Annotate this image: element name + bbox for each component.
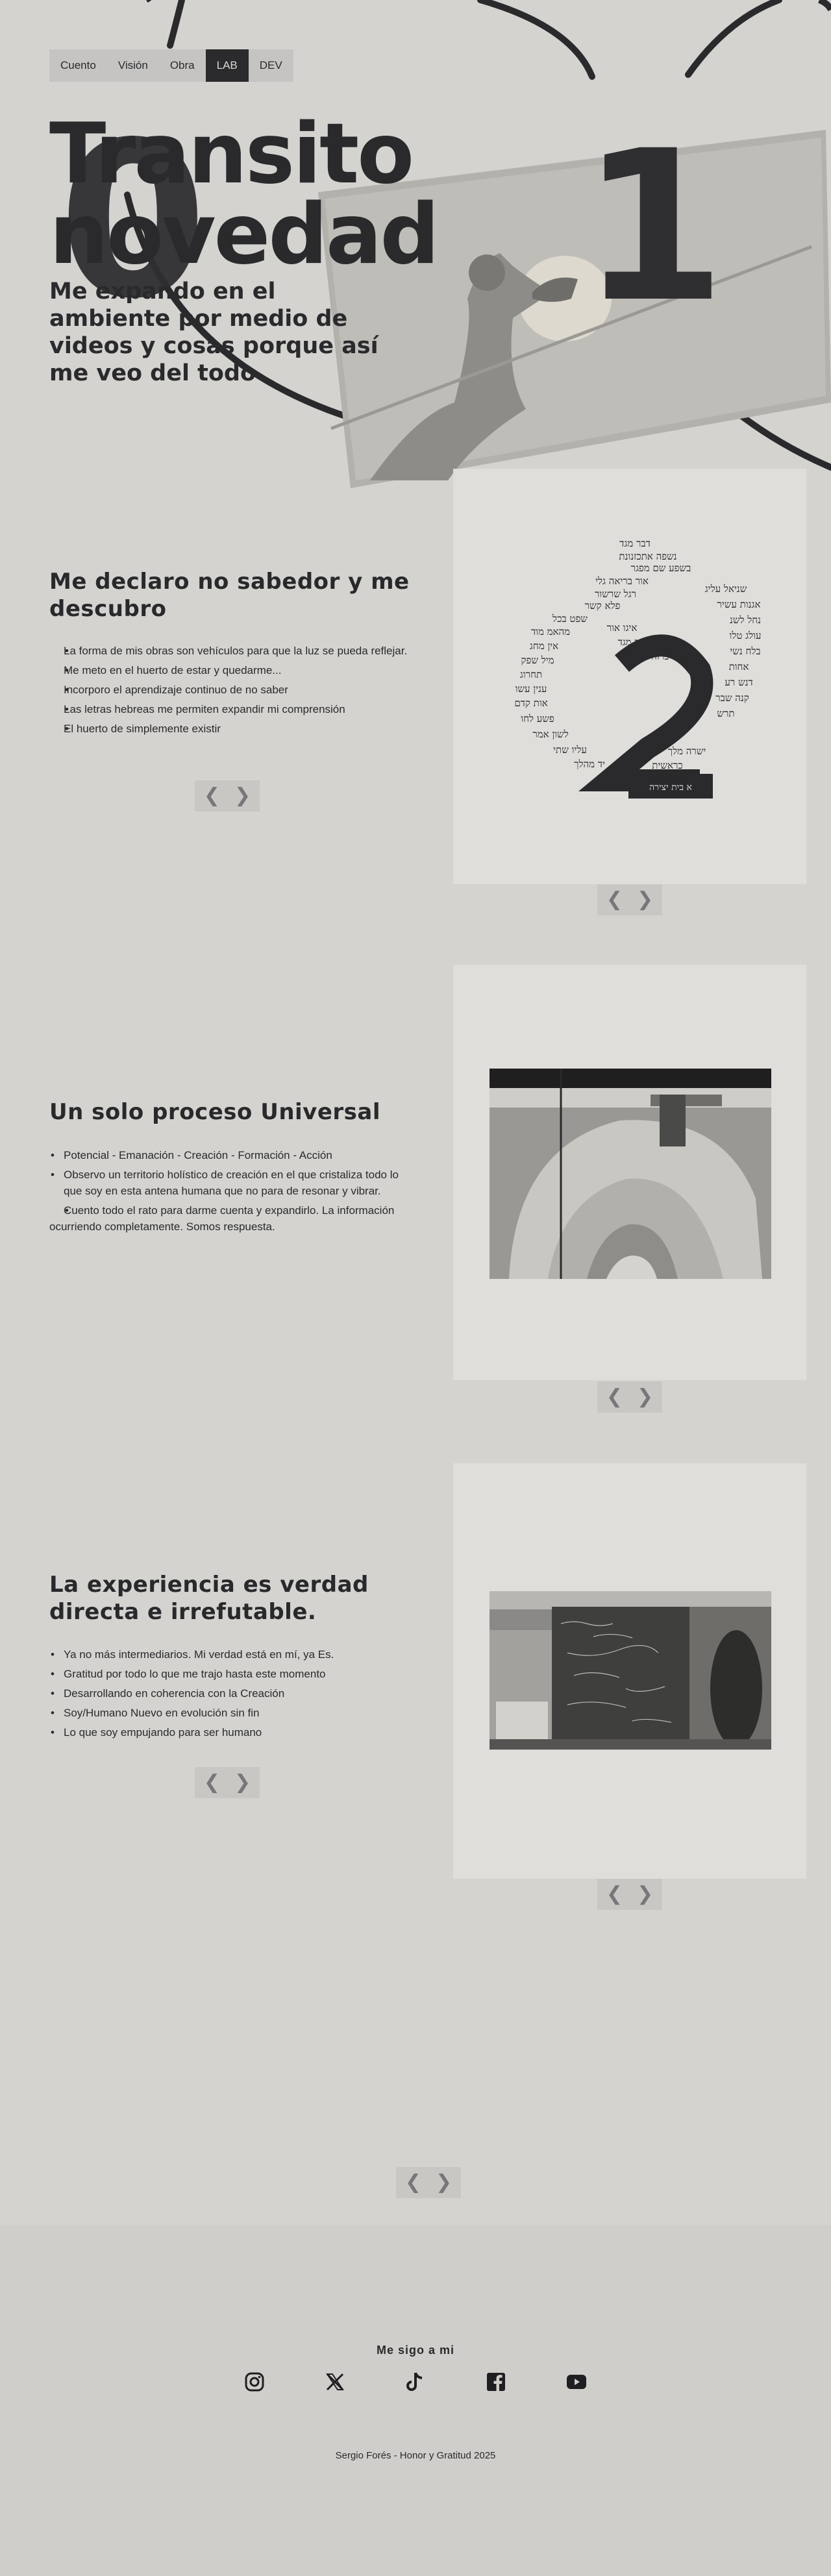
svg-text:פשע לחו: פשע לחו [521,713,554,724]
section3-image-pager: ❮ ❯ [597,1879,662,1910]
section2-title: Un solo proceso Universal [49,1099,380,1125]
hero-title-line1: Transito [49,106,414,203]
list-item: El huerto de simplemente existir [49,721,413,737]
follow-heading: Me sigo a mi [376,2344,455,2357]
svg-text:אור בריאה גלי: אור בריאה גלי [595,575,649,587]
svg-text:נשפה אתכזנונת: נשפה אתכזנונת [619,551,676,562]
section1-title: Me declaro no sabedor y me descubro [49,569,410,622]
svg-text:שניאל עליג: שניאל עליג [705,583,747,595]
copyright: Sergio Forés - Honor y Gratitud 2025 [335,2450,496,2461]
list-item: Potencial - Emanación - Creación - Forma… [49,1147,413,1163]
studio-blackboard-photo [490,1591,771,1750]
list-item: Incorporo el aprendizaje continuo de no … [49,682,413,698]
svg-text:עולג טלו: עולג טלו [730,630,762,641]
instagram-icon[interactable] [243,2371,266,2393]
list-item: Desarrollando en coherencia con la Creac… [49,1685,413,1702]
prev-arrow-icon[interactable]: ❮ [606,1885,623,1904]
svg-text:א בית יצירה: א בית יצירה [649,782,692,793]
section2-image-pager: ❮ ❯ [597,1381,662,1413]
section3-title: La experiencia es verdad directa e irref… [49,1572,369,1625]
svg-text:תרש: תרש [717,708,734,719]
svg-text:רגל שרשור: רגל שרשור [595,588,636,600]
hebrew-letters-image: דבר מגד נשפה אתכזנונת בשפע שם מפגר אור ב… [505,538,762,806]
svg-text:מהאמ מוד: מהאמ מוד [531,626,570,638]
next-arrow-icon[interactable]: ❯ [637,890,653,910]
svg-text:בשפע שם מפגר: בשפע שם מפגר [631,562,691,574]
section1-list: La forma de mis obras son vehículos para… [49,643,413,740]
svg-text:ענין עשו: ענין עשו [515,683,547,695]
list-item: Gratitud por todo lo que me trajo hasta … [49,1666,413,1682]
svg-text:דבר מגד: דבר מגד [619,538,651,549]
page-pager: ❮ ❯ [396,2167,461,2198]
hero-title: Transito novedad [49,106,440,283]
list-item: Me meto en el huerto de estar y quedarme… [49,662,413,678]
list-item: Ya no más intermediarios. Mi verdad está… [49,1646,413,1663]
printer-sculpture-photo [490,1069,771,1279]
prev-arrow-icon[interactable]: ❮ [405,2173,421,2192]
list-item: Cuento todo el rato para darme cuenta y … [49,1202,413,1235]
list-item: La forma de mis obras son vehículos para… [49,643,413,659]
youtube-icon[interactable] [565,2371,588,2393]
nav-item-vision[interactable]: Visión [107,49,159,82]
svg-text:אגנות עשיר: אגנות עשיר [717,599,761,610]
x-icon[interactable] [324,2371,346,2393]
svg-text:ישרה מלך: ישרה מלך [668,745,706,757]
svg-text:אות קדם: אות קדם [514,697,547,709]
nav-item-lab[interactable]: LAB [205,49,249,82]
social-links [0,2371,831,2393]
list-item: Observo un territorio holístico de creac… [49,1167,413,1199]
footer [0,2225,831,2576]
svg-text:קנה שבר: קנה שבר [715,692,749,704]
svg-text:דנש רע: דנש רע [725,676,752,688]
svg-text:בלח נשי: בלח נשי [730,645,760,657]
nav-item-obra[interactable]: Obra [159,49,206,82]
list-item: Lo que soy empujando para ser humano [49,1724,413,1740]
svg-text:עליו שתי: עליו שתי [553,744,587,756]
prev-arrow-icon[interactable]: ❮ [606,890,623,910]
svg-text:שפט בכל: שפט בכל [552,613,588,625]
hero-title-line2: novedad [49,186,440,283]
main-nav: Cuento Visión Obra LAB DEV [49,49,293,82]
list-item: Las letras hebreas me permiten expandir … [49,701,413,717]
list-item: Soy/Humano Nuevo en evolución sin fin [49,1705,413,1721]
prev-arrow-icon[interactable]: ❮ [606,1387,623,1407]
svg-text:פלא קשר: פלא קשר [585,600,621,612]
section2-list: Potencial - Emanación - Creación - Forma… [49,1147,413,1238]
tiktok-icon[interactable] [404,2371,427,2393]
section1-text-pager: ❮ ❯ [195,780,260,811]
next-arrow-icon[interactable]: ❯ [637,1387,653,1407]
facebook-icon[interactable] [485,2371,507,2393]
svg-text:נחל לשנ: נחל לשנ [730,614,761,626]
nav-item-cuento[interactable]: Cuento [49,49,107,82]
hero-subtitle: Me expando en el ambiente por medio de v… [49,279,378,386]
section3-list: Ya no más intermediarios. Mi verdad está… [49,1646,413,1744]
section1-image-pager: ❮ ❯ [597,884,662,915]
svg-text:איגו אור: איגו אור [607,622,638,634]
next-arrow-icon[interactable]: ❯ [234,786,251,806]
section3-image-card [453,1463,806,1879]
svg-text:לשון אמר: לשון אמר [532,728,568,740]
prev-arrow-icon[interactable]: ❮ [204,786,220,806]
section1-image-card: דבר מגד נשפה אתכזנונת בשפע שם מפגר אור ב… [453,469,806,884]
svg-text:אחות: אחות [729,661,749,673]
section3-text-pager: ❮ ❯ [195,1767,260,1798]
next-arrow-icon[interactable]: ❯ [637,1885,653,1904]
prev-arrow-icon[interactable]: ❮ [204,1773,220,1792]
next-arrow-icon[interactable]: ❯ [234,1773,251,1792]
svg-text:מיל שפק: מיל שפק [521,654,554,666]
next-arrow-icon[interactable]: ❯ [436,2173,452,2192]
nav-item-dev[interactable]: DEV [249,49,293,82]
svg-text:יד מהלך: יד מהלך [574,758,605,770]
svg-text:אין מחג: אין מחג [530,640,558,652]
svg-text:תחרוג: תחרוג [520,669,542,680]
section2-image-card [453,965,806,1380]
